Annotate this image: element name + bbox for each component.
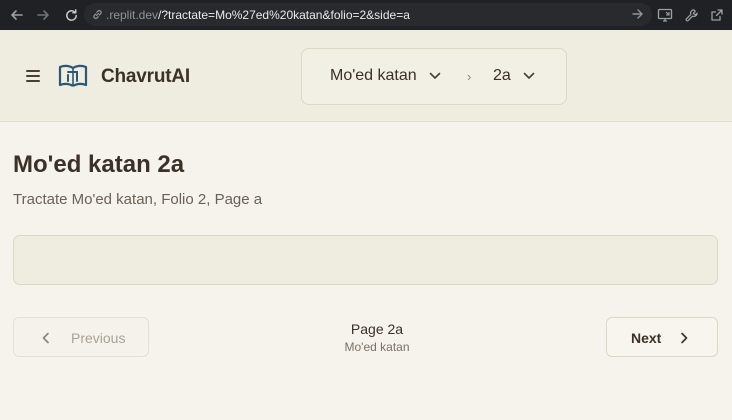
book-logo-icon (58, 64, 88, 88)
tractate-dropdown[interactable]: Mo'ed katan (330, 67, 441, 85)
talmud-text-panel (13, 235, 718, 285)
next-button-label: Next (631, 330, 662, 346)
chevron-left-icon (42, 331, 50, 349)
brand-name[interactable]: ChavrutAI (101, 66, 190, 88)
next-button[interactable]: Next (606, 317, 718, 357)
chevron-right-icon (680, 331, 688, 349)
page-indicator: Page 2a Mo'ed katan (327, 320, 427, 356)
back-icon[interactable] (6, 4, 28, 26)
cast-icon[interactable] (654, 4, 676, 26)
page-subtitle: Tractate Mo'ed katan, Folio 2, Page a (13, 191, 263, 208)
chevron-down-icon (429, 67, 441, 85)
go-arrow-icon[interactable] (632, 7, 644, 26)
page-title: Mo'ed katan 2a (13, 151, 185, 178)
tractate-dropdown-value: Mo'ed katan (330, 67, 417, 84)
folio-dropdown-value: 2a (493, 67, 511, 84)
url-text: .replit.dev/?tractate=Mo%27ed%20katan&fo… (106, 8, 410, 22)
browser-toolbar: .replit.dev/?tractate=Mo%27ed%20katan&fo… (0, 0, 732, 30)
reload-icon[interactable] (60, 4, 82, 26)
previous-button[interactable]: Previous (13, 317, 149, 357)
wrench-icon[interactable] (680, 4, 702, 26)
breadcrumb-separator: › (467, 69, 472, 84)
page-tractate: Mo'ed katan (344, 340, 410, 354)
page-number: Page 2a (350, 321, 404, 337)
address-bar[interactable]: .replit.dev/?tractate=Mo%27ed%20katan&fo… (84, 3, 652, 26)
previous-button-label: Previous (71, 330, 126, 346)
app-header: ChavrutAI Mo'ed katan › 2a (0, 30, 732, 122)
link-icon (90, 8, 104, 22)
forward-icon[interactable] (32, 4, 54, 26)
url-path: /?tractate=Mo%27ed%20katan&folio=2&side=… (158, 7, 410, 22)
location-selector: Mo'ed katan › 2a (301, 48, 567, 105)
folio-dropdown[interactable]: 2a (493, 67, 535, 85)
hamburger-menu-icon[interactable] (24, 68, 42, 84)
url-host: .replit.dev (106, 7, 159, 22)
chevron-down-icon (523, 67, 535, 85)
open-external-icon[interactable] (706, 4, 728, 26)
